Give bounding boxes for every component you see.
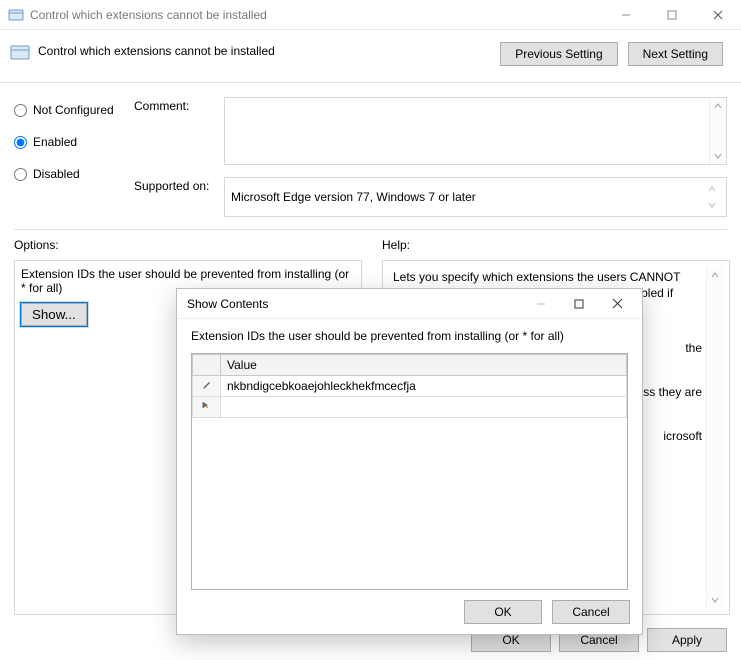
pencil-icon [193, 376, 221, 397]
comment-box[interactable] [224, 97, 727, 165]
window-buttons [603, 0, 741, 29]
previous-setting-button[interactable]: Previous Setting [500, 42, 617, 66]
radio-not-configured-input[interactable] [14, 104, 27, 117]
radio-not-configured[interactable]: Not Configured [14, 103, 124, 117]
help-label: Help: [382, 238, 730, 252]
radio-enabled-label: Enabled [33, 135, 77, 149]
values-grid[interactable]: Value [191, 353, 628, 590]
radio-disabled[interactable]: Disabled [14, 167, 124, 181]
show-button[interactable]: Show... [21, 303, 87, 326]
table-row[interactable] [193, 376, 627, 397]
modal-description: Extension IDs the user should be prevent… [191, 329, 628, 343]
new-row-icon [193, 397, 221, 418]
divider [14, 229, 727, 230]
titlebar: Control which extensions cannot be insta… [0, 0, 741, 30]
radio-disabled-label: Disabled [33, 167, 80, 181]
policy-icon [8, 7, 24, 23]
modal-minimize-button[interactable] [522, 290, 560, 318]
chevron-up-icon[interactable] [710, 98, 726, 114]
modal-footer: OK Cancel [177, 590, 642, 634]
table-row[interactable] [193, 397, 627, 418]
chevron-down-icon[interactable] [707, 592, 723, 608]
value-input[interactable] [227, 400, 620, 414]
value-cell[interactable] [221, 397, 627, 418]
scrollbar[interactable] [706, 267, 723, 608]
apply-button[interactable]: Apply [647, 628, 727, 652]
page-title: Control which extensions cannot be insta… [38, 42, 500, 58]
row-header-column [193, 355, 221, 376]
chevron-up-icon[interactable] [707, 267, 723, 283]
supported-box: Microsoft Edge version 77, Windows 7 or … [224, 177, 727, 217]
nav-buttons: Previous Setting Next Setting [500, 42, 723, 66]
modal-titlebar: Show Contents [177, 289, 642, 319]
modal-title: Show Contents [187, 297, 522, 311]
radio-enabled-input[interactable] [14, 136, 27, 149]
value-cell[interactable] [221, 376, 627, 397]
state-radio-group: Not Configured Enabled Disabled [14, 97, 124, 199]
chevron-up-icon [704, 181, 720, 197]
value-input[interactable] [227, 379, 620, 393]
policy-icon [10, 42, 30, 62]
modal-maximize-button[interactable] [560, 290, 598, 318]
comment-label: Comment: [134, 97, 224, 113]
radio-disabled-input[interactable] [14, 168, 27, 181]
minimize-button[interactable] [603, 0, 649, 29]
options-label: Options: [14, 238, 362, 252]
next-setting-button[interactable]: Next Setting [628, 42, 723, 66]
divider [0, 82, 741, 83]
close-button[interactable] [695, 0, 741, 29]
modal-close-button[interactable] [598, 290, 636, 318]
maximize-button[interactable] [649, 0, 695, 29]
radio-enabled[interactable]: Enabled [14, 135, 124, 149]
modal-ok-button[interactable]: OK [464, 600, 542, 624]
radio-not-configured-label: Not Configured [33, 103, 114, 117]
chevron-down-icon[interactable] [710, 148, 726, 164]
window-title: Control which extensions cannot be insta… [30, 8, 603, 22]
modal-cancel-button[interactable]: Cancel [552, 600, 630, 624]
scrollbar[interactable] [709, 98, 726, 164]
header: Control which extensions cannot be insta… [0, 30, 741, 72]
chevron-down-icon [704, 197, 720, 213]
supported-value: Microsoft Edge version 77, Windows 7 or … [231, 190, 704, 204]
supported-label: Supported on: [134, 177, 224, 193]
show-contents-dialog: Show Contents Extension IDs the user sho… [176, 288, 643, 635]
value-column-header: Value [221, 355, 627, 376]
